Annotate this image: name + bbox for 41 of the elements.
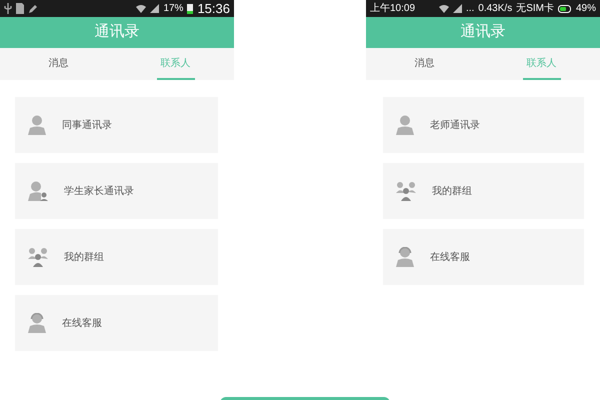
status-text: 上午10:09 xyxy=(370,2,416,16)
contact-list-item[interactable]: 在线客服 xyxy=(383,229,584,285)
contact-list-item[interactable]: 我的群组 xyxy=(383,163,584,219)
item-label: 老师通讯录 xyxy=(430,118,480,132)
battery-icon xyxy=(558,4,572,12)
tab[interactable]: 消息 xyxy=(44,48,72,80)
pencil-icon xyxy=(28,4,38,14)
status-text: 15:36 xyxy=(197,0,230,18)
status-text: 0.43K/s xyxy=(478,2,512,16)
wifi-icon xyxy=(438,4,449,13)
item-label: 学生家长通讯录 xyxy=(64,184,134,198)
window-title: 通讯录 xyxy=(460,22,506,42)
contact-list-item[interactable]: 同事通讯录 xyxy=(15,97,218,153)
usb-icon xyxy=(4,3,12,14)
group-icon xyxy=(28,247,48,267)
status-text: ... xyxy=(466,2,474,16)
status-text: 无SIM卡 xyxy=(516,2,554,16)
headset-person-icon xyxy=(28,313,46,333)
status-text: 49% xyxy=(576,2,596,16)
wifi-icon xyxy=(136,4,146,13)
item-label: 我的群组 xyxy=(64,250,104,264)
contact-list-item[interactable]: 学生家长通讯录 xyxy=(15,163,218,219)
headset-person-icon xyxy=(396,247,414,267)
contact-list-item[interactable]: 我的群组 xyxy=(15,229,218,285)
tab[interactable]: 消息 xyxy=(410,48,438,80)
item-label: 同事通讯录 xyxy=(62,118,112,132)
item-label: 在线客服 xyxy=(62,316,102,330)
window-title: 通讯录 xyxy=(94,22,140,42)
sd-card-icon xyxy=(16,3,24,14)
person-icon xyxy=(28,181,48,201)
contact-list-item[interactable]: 老师通讯录 xyxy=(383,97,584,153)
battery-icon xyxy=(187,3,194,14)
person-icon xyxy=(396,115,414,135)
signal-icon xyxy=(150,4,160,13)
person-icon xyxy=(28,115,46,135)
item-label: 我的群组 xyxy=(432,184,472,198)
contact-list-item[interactable]: 在线客服 xyxy=(15,295,218,351)
signal-icon xyxy=(452,4,462,13)
item-label: 在线客服 xyxy=(430,250,470,264)
group-icon xyxy=(396,181,416,201)
status-text: 17% xyxy=(163,2,184,16)
